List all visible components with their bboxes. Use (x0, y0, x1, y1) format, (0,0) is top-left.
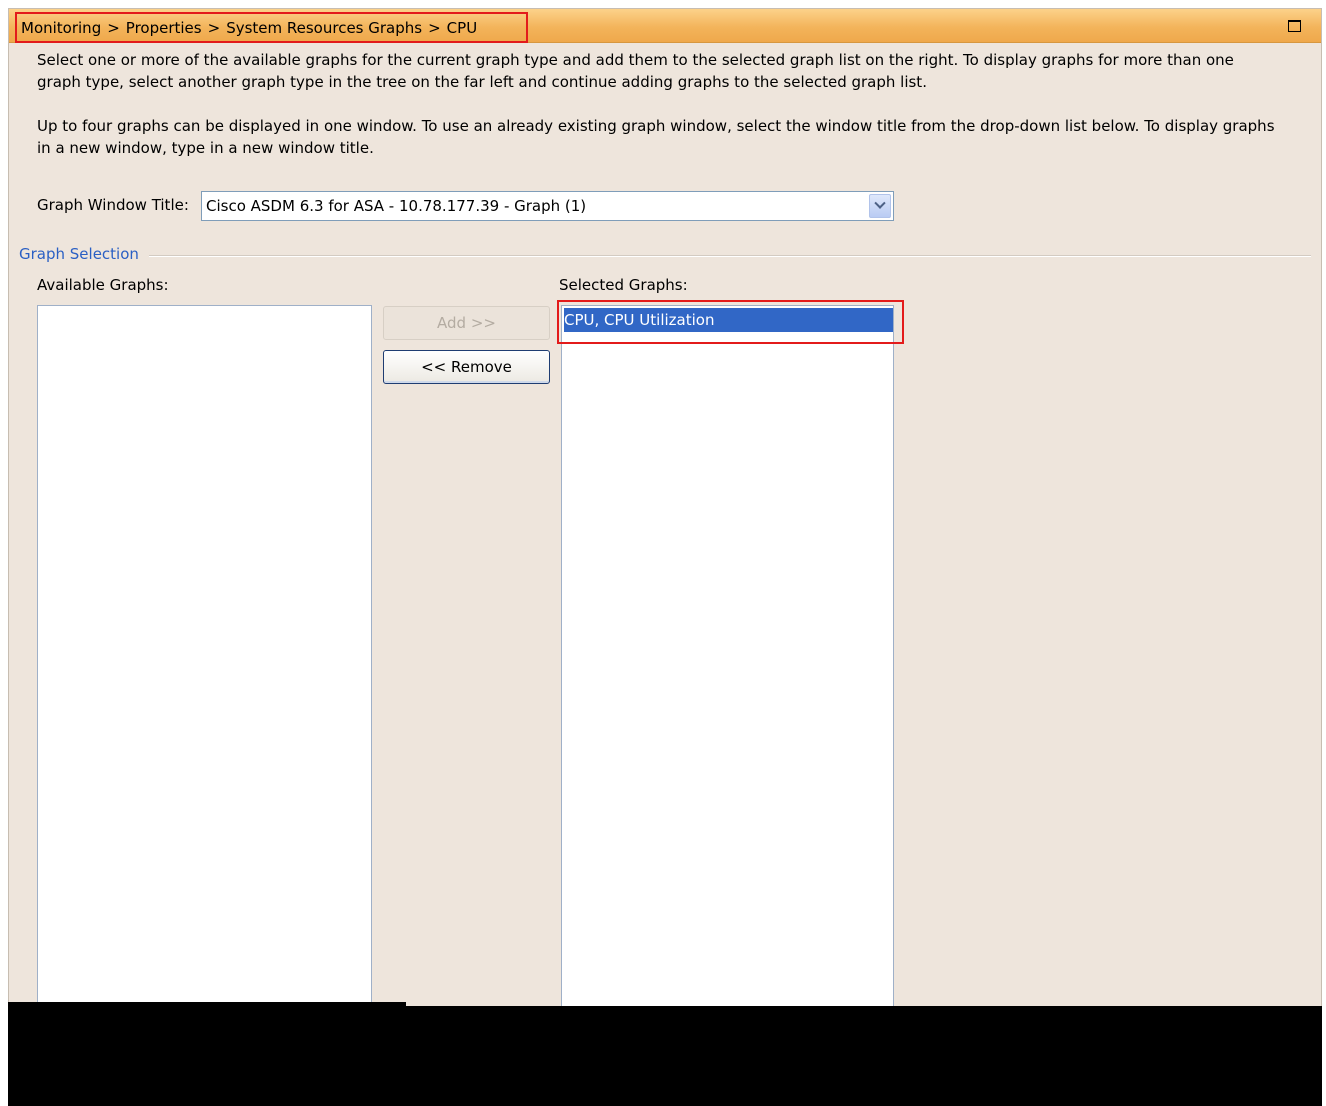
add-button[interactable]: Add >> (383, 306, 550, 340)
graph-window-title-label: Graph Window Title: (37, 196, 189, 214)
breadcrumb-item-cpu[interactable]: CPU (447, 19, 478, 37)
breadcrumb-item-monitoring[interactable]: Monitoring (21, 19, 101, 37)
selected-graphs-list[interactable]: CPU, CPU Utilization (561, 305, 894, 1015)
panel-title-bar: Monitoring > Properties > System Resourc… (9, 9, 1321, 43)
redaction-bar (8, 1006, 1322, 1106)
breadcrumb-separator: > (428, 18, 441, 37)
breadcrumb-separator: > (107, 18, 120, 37)
instructions-paragraph: Up to four graphs can be displayed in on… (37, 117, 1275, 157)
selected-graphs-label: Selected Graphs: (559, 276, 688, 294)
breadcrumb-separator: > (207, 18, 221, 37)
group-divider (149, 255, 1311, 257)
breadcrumb-item-system-resources-graphs[interactable]: System Resources Graphs (226, 19, 422, 37)
remove-button[interactable]: << Remove (383, 350, 550, 384)
monitoring-panel: Monitoring > Properties > System Resourc… (8, 8, 1322, 1015)
graph-window-title-combobox[interactable]: Cisco ASDM 6.3 for ASA - 10.78.177.39 - … (201, 191, 894, 221)
dropdown-arrow-button[interactable] (869, 194, 891, 218)
maximize-icon[interactable] (1288, 20, 1301, 32)
available-graphs-label: Available Graphs: (37, 276, 169, 294)
list-item[interactable]: CPU, CPU Utilization (564, 308, 893, 332)
instructions-paragraph: Select one or more of the available grap… (37, 51, 1234, 91)
chevron-down-icon (874, 197, 886, 209)
graph-window-title-value: Cisco ASDM 6.3 for ASA - 10.78.177.39 - … (206, 197, 587, 215)
graph-selection-group-title: Graph Selection (19, 245, 139, 263)
breadcrumb: Monitoring > Properties > System Resourc… (15, 12, 528, 43)
breadcrumb-item-properties[interactable]: Properties (126, 19, 202, 37)
available-graphs-list[interactable] (37, 305, 372, 1015)
